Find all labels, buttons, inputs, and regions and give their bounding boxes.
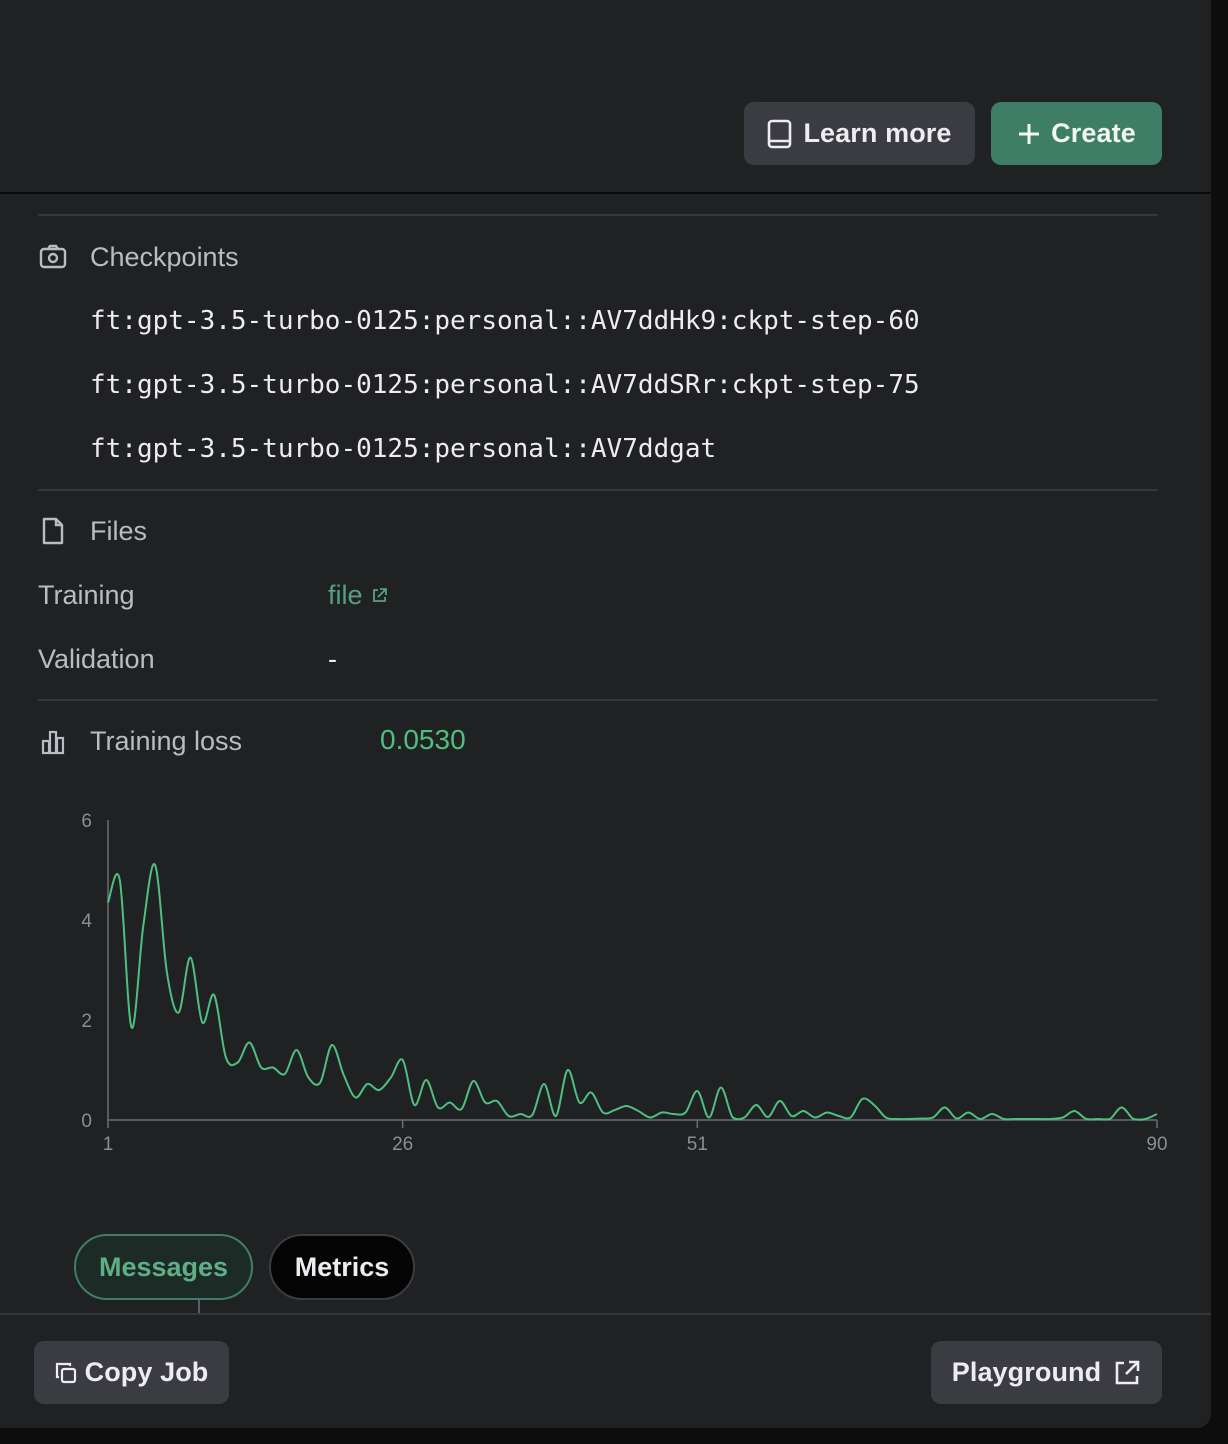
training-file-label: Training [38,580,135,610]
header-bar: Learn more Create [0,0,1211,194]
files-title: Files [90,516,148,546]
divider [38,214,1158,216]
x-tick-label: 51 [687,1134,708,1155]
training-loss-value: 0.0530 [380,724,466,755]
training-file-link[interactable]: file [328,580,388,611]
playground-label: Playground [951,1357,1102,1387]
external-link-icon [1113,1359,1141,1387]
y-tick-label: 2 [81,1011,92,1032]
create-button[interactable]: Create [991,102,1162,165]
y-tick-label: 0 [81,1111,92,1132]
checkpoint-item[interactable]: ft:gpt-3.5-turbo-0125:personal::AV7ddSRr… [90,370,920,400]
create-label: Create [1051,118,1136,148]
tab-indicator [198,1300,200,1313]
x-tick-label: 26 [392,1134,413,1155]
divider [38,699,1158,701]
tab-messages-label: Messages [98,1251,229,1282]
validation-file-value: - [328,644,337,674]
file-icon [38,516,68,546]
copy-job-button[interactable]: Copy Job [34,1341,229,1404]
loss-series-line [107,863,1158,1121]
footer-bar: Copy Job Playground [0,1313,1211,1428]
y-tick-label: 4 [81,911,92,932]
plus-icon [1017,122,1041,146]
divider [38,489,1158,491]
checkpoints-title: Checkpoints [90,242,239,272]
camera-icon [38,242,68,272]
tab-messages[interactable]: Messages [74,1234,253,1300]
training-file-value: file [328,580,363,610]
checkpoint-item[interactable]: ft:gpt-3.5-turbo-0125:personal::AV7ddgat [90,434,716,464]
copy-job-label: Copy Job [84,1357,209,1387]
external-link-icon [371,587,388,604]
y-tick-label: 6 [81,811,92,832]
learn-more-button[interactable]: Learn more [744,102,975,165]
checkpoint-item[interactable]: ft:gpt-3.5-turbo-0125:personal::AV7ddHk9… [90,306,920,336]
fine-tune-job-panel: Learn more Create Checkpoints ft:gpt-3.5… [0,0,1211,1428]
tab-metrics[interactable]: Metrics [269,1234,415,1300]
bar-chart-icon [38,727,68,757]
validation-file-label: Validation [38,644,155,674]
playground-button[interactable]: Playground [931,1341,1162,1404]
book-icon [767,119,793,149]
training-loss-title: Training loss [90,726,243,756]
tab-metrics-label: Metrics [294,1251,390,1282]
training-loss-chart: 0 2 4 6 1 26 51 90 [81,811,1167,1155]
learn-more-label: Learn more [803,118,952,148]
x-tick-label: 90 [1146,1134,1167,1155]
x-tick-label: 1 [103,1134,114,1155]
copy-icon [55,1362,77,1384]
